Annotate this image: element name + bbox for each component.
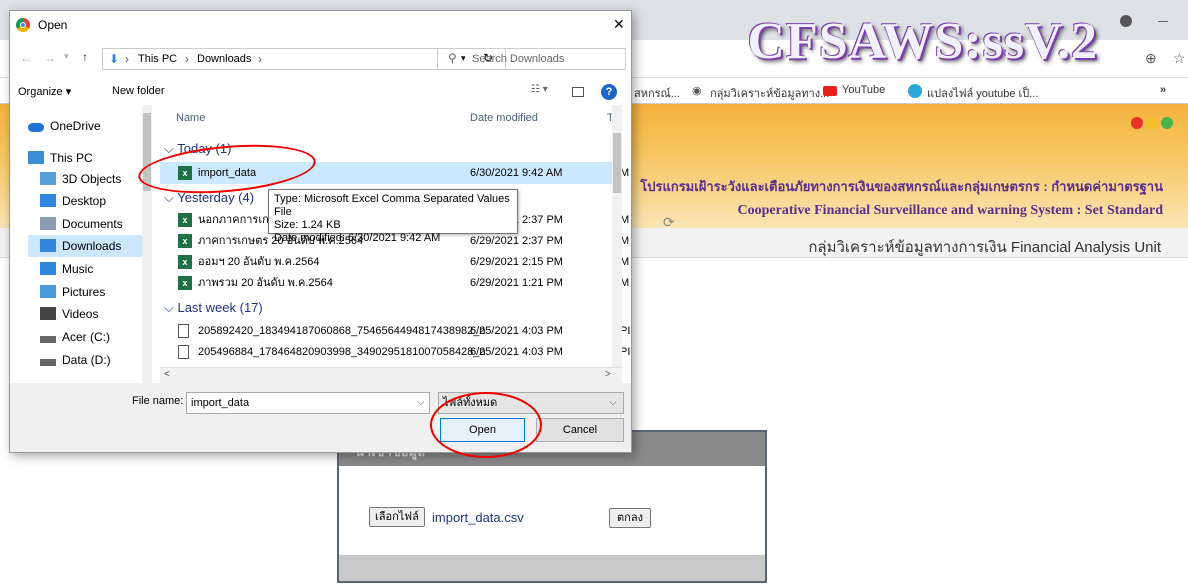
dialog-titlebar: Open ✕	[10, 11, 631, 41]
image-file-icon	[178, 345, 189, 359]
tooltip-size: Size: 1.24 KB	[274, 219, 341, 231]
bookmark-item[interactable]: YouTube	[842, 84, 885, 96]
videos-icon	[40, 307, 56, 320]
nav-item-acer-c[interactable]: Acer (C:)	[40, 326, 110, 348]
banner-dot-yellow	[1146, 117, 1158, 129]
cancel-button[interactable]: Cancel	[536, 418, 624, 442]
close-button[interactable]: ✕	[613, 16, 625, 33]
bookmark-item[interactable]: แปลงไฟล์ youtube เป็...	[927, 84, 1038, 102]
preview-pane-icon[interactable]	[572, 87, 584, 97]
file-row[interactable]: x ออมฯ 20 อันดับ พ.ค.2564 6/29/2021 2:15 P…	[160, 251, 629, 273]
globe-icon: ◉	[692, 85, 702, 97]
nav-item-videos[interactable]: Videos	[40, 303, 98, 325]
nav-item-music[interactable]: Music	[40, 258, 93, 280]
desktop-icon	[40, 194, 56, 207]
file-name-input[interactable]: import_data ⌵	[186, 392, 430, 414]
star-icon[interactable]: ☆	[1173, 50, 1186, 67]
search-icon: ⚲	[448, 51, 457, 65]
banner-english-subtitle: Cooperative Financial Surveillance and w…	[737, 203, 1163, 218]
banner-thai-subtitle: โปรแกรมเฝ้าระวังและเตือนภัยทางการเงินของ…	[640, 179, 1163, 194]
vertical-scrollbar[interactable]	[612, 105, 622, 367]
nav-item-this-pc[interactable]: This PC	[28, 147, 93, 169]
file-row[interactable]: x ภาพรวม 20 อันดับ พ.ค.2564 6/29/2021 1:21…	[160, 272, 629, 294]
nav-item-data-d[interactable]: Data (D:)	[40, 349, 111, 371]
drive-icon	[40, 336, 56, 343]
nav-item-downloads[interactable]: Downloads	[28, 235, 152, 257]
upload-panel-footer	[339, 555, 765, 581]
chevron-down-icon[interactable]: ⌵	[609, 393, 617, 413]
chosen-file-name: import_data.csv	[432, 510, 524, 525]
dialog-title: Open	[38, 18, 68, 32]
excel-icon: x	[178, 276, 192, 290]
excel-icon: x	[178, 213, 192, 227]
banner-dot-green	[1161, 117, 1173, 129]
search-placeholder: Search Downloads	[472, 53, 565, 65]
excel-icon: x	[178, 255, 192, 269]
choose-file-button[interactable]: เลือกไฟล์	[369, 507, 425, 527]
profile-icon[interactable]	[1120, 15, 1132, 27]
column-header-date[interactable]: Date modified	[470, 112, 538, 124]
cloud-icon	[28, 123, 44, 132]
organize-button[interactable]: Organize ▾	[18, 85, 71, 98]
drive-icon	[40, 359, 56, 366]
document-icon	[40, 217, 56, 230]
breadcrumb-this-pc[interactable]: This PC	[138, 53, 177, 65]
file-row[interactable]: 205496884_178464820903998_34902951810070…	[160, 341, 630, 363]
bookmark-item[interactable]: สหกรณ์...	[634, 84, 680, 102]
more-bookmarks-button[interactable]: »	[1160, 84, 1166, 96]
navigation-pane: OneDrive This PC 3D Objects Desktop Docu…	[10, 105, 152, 383]
back-arrow-icon[interactable]: ←	[20, 51, 32, 65]
scroll-right-icon[interactable]: >	[605, 369, 611, 380]
chevron-down-icon[interactable]: ⌵	[417, 393, 425, 413]
unit-label: กลุ่มวิเคราะห์ข้อมูลทางการเงิน Financial…	[808, 239, 1161, 256]
banner-title: CFSAWS:ssV.2	[747, 13, 1098, 70]
file-name-label: File name:	[132, 395, 184, 407]
nav-item-documents[interactable]: Documents	[40, 213, 123, 235]
music-icon	[40, 262, 56, 275]
forward-arrow-icon[interactable]: →	[44, 51, 56, 65]
horizontal-scrollbar[interactable]: < >	[160, 367, 622, 383]
nav-scrollbar[interactable]	[142, 105, 152, 383]
file-tooltip: Type: Microsoft Excel Comma Separated Va…	[268, 189, 518, 244]
converter-icon	[908, 84, 922, 98]
cube-icon	[40, 172, 56, 185]
highlight-circle	[430, 392, 542, 458]
scroll-left-icon[interactable]: <	[164, 369, 170, 380]
image-file-icon	[178, 324, 189, 338]
view-options-icon[interactable]: ☷ ▾	[531, 84, 548, 95]
chrome-icon	[16, 18, 30, 32]
new-folder-button[interactable]: New folder	[112, 85, 165, 97]
help-icon[interactable]: ?	[601, 84, 617, 100]
computer-icon	[28, 151, 44, 164]
breadcrumb-downloads[interactable]: Downloads	[197, 53, 251, 65]
command-bar: Organize ▾ New folder ☷ ▾ ?	[10, 79, 631, 105]
file-row[interactable]: 205892420_183494187060868_75465644948174…	[160, 320, 630, 342]
column-header-name[interactable]: Name	[176, 112, 205, 124]
youtube-icon	[823, 86, 837, 96]
up-arrow-icon[interactable]: ↑	[82, 50, 88, 64]
download-icon	[40, 239, 56, 252]
zoom-icon[interactable]: ⊕	[1145, 50, 1157, 67]
ok-button[interactable]: ตกลง	[609, 508, 651, 528]
minimize-icon[interactable]	[1158, 21, 1168, 22]
nav-item-onedrive[interactable]: OneDrive	[28, 115, 101, 137]
banner-dot-red	[1131, 117, 1143, 129]
pictures-icon	[40, 285, 56, 298]
download-icon: ⬇	[109, 52, 120, 66]
bookmark-item[interactable]: กลุ่มวิเคราะห์ข้อมูลทาง...	[710, 84, 829, 102]
recent-locations-icon[interactable]: ▾	[64, 51, 69, 62]
tooltip-date: Date modified: 6/30/2021 9:42 AM	[274, 232, 441, 244]
tooltip-type: Type: Microsoft Excel Comma Separated Va…	[274, 193, 510, 218]
nav-item-3d-objects[interactable]: 3D Objects	[40, 168, 121, 190]
nav-item-pictures[interactable]: Pictures	[40, 281, 105, 303]
excel-icon: x	[178, 234, 192, 248]
nav-item-desktop[interactable]: Desktop	[40, 190, 106, 212]
group-header-last-week[interactable]: ⌵ Last week (17)	[164, 298, 263, 318]
navigation-row: ← → ▾ ↑ ⬇ › This PC › Downloads › ▾ ↻ ⚲ …	[10, 41, 631, 79]
search-box[interactable]: ⚲ Search Downloads	[437, 48, 626, 70]
